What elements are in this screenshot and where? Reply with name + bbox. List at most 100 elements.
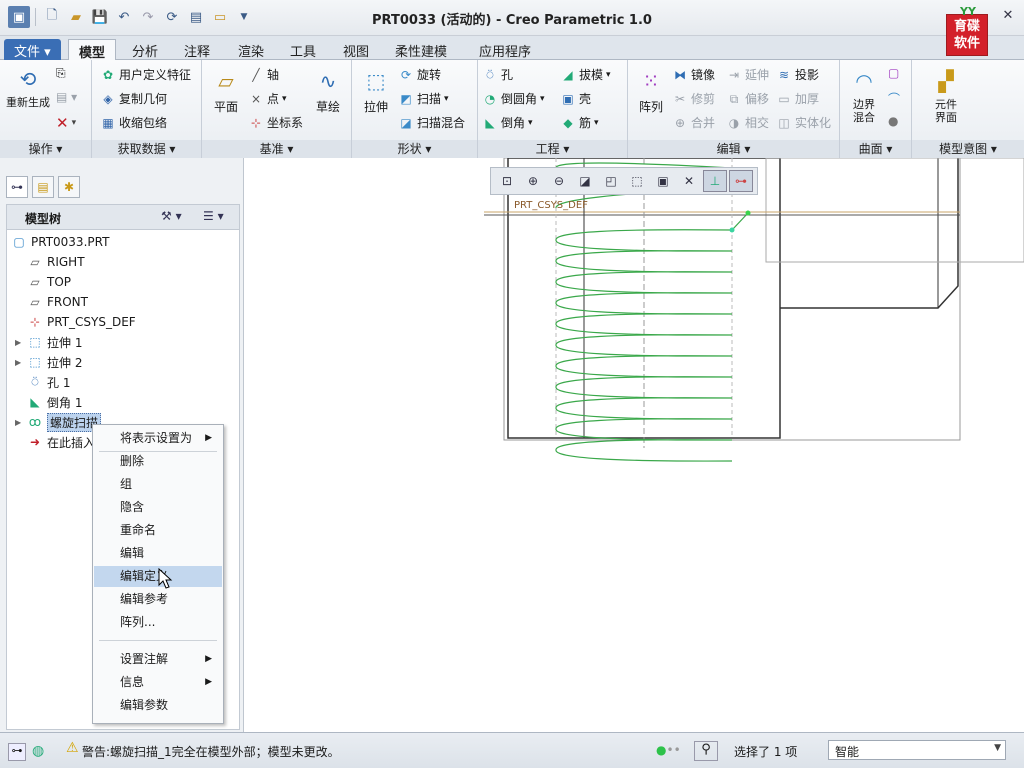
tree-item-chamfer1[interactable]: ◣ 倒角 1 bbox=[27, 392, 82, 412]
expand-arrow-icon[interactable]: ▶ bbox=[15, 418, 21, 427]
zoom-in-icon[interactable]: ⊕ bbox=[521, 170, 545, 192]
thicken-button[interactable]: ▭ 加厚 bbox=[776, 90, 819, 107]
csys-button[interactable]: ⊹ 坐标系 bbox=[248, 114, 303, 131]
sweep-button[interactable]: ◩ 扫描 ▾ bbox=[398, 90, 448, 107]
pattern-button[interactable]: ⁙ 阵列 bbox=[632, 66, 670, 115]
round-button[interactable]: ◔ 倒圆角 ▾ bbox=[482, 90, 545, 107]
menu-item-suppress[interactable]: 隐含 bbox=[94, 497, 222, 518]
tree-item-front[interactable]: ▱ FRONT bbox=[27, 292, 88, 312]
freestyle-icon[interactable]: ● bbox=[888, 114, 898, 128]
display-style-icon[interactable]: ◰ bbox=[599, 170, 623, 192]
graphics-window[interactable]: PRT_CSYS_DEF bbox=[244, 157, 1024, 732]
tab-tools[interactable]: 工具 bbox=[280, 39, 326, 60]
tree-settings-icon[interactable]: ⚒ ▾ bbox=[161, 209, 182, 223]
group-shape-footer[interactable]: 形状 ▾ bbox=[352, 140, 477, 158]
repaint-icon[interactable]: ◪ bbox=[573, 170, 597, 192]
offset-button[interactable]: ⧉ 偏移 bbox=[726, 90, 769, 107]
find-binoculars-icon[interactable]: ⚲ bbox=[694, 741, 718, 761]
menu-item-edit-references[interactable]: 编辑参考 bbox=[94, 589, 222, 610]
shell-button[interactable]: ▣ 壳 bbox=[560, 90, 591, 107]
zoom-out-icon[interactable]: ⊖ bbox=[547, 170, 571, 192]
menu-item-set-representation[interactable]: 将表示设置为 ▶ bbox=[94, 428, 222, 449]
delete-icon[interactable]: ✕ ▾ bbox=[56, 114, 76, 132]
merge-button[interactable]: ⊕ 合并 bbox=[672, 114, 715, 131]
boundary-blend-button[interactable]: ◠ 边界混合 bbox=[842, 66, 886, 124]
tree-item-helical-sweep[interactable]: ꝏ 螺旋扫描 bbox=[27, 412, 102, 432]
menu-item-set-note[interactable]: 设置注解 ▶ bbox=[94, 649, 222, 670]
chamfer-button[interactable]: ◣ 倒角 ▾ bbox=[482, 114, 532, 131]
refit-icon[interactable]: ⊡ bbox=[495, 170, 519, 192]
selection-filter-dropdown[interactable]: 智能 ▼ bbox=[828, 740, 1006, 760]
menu-item-info[interactable]: 信息 ▶ bbox=[94, 672, 222, 693]
favorites-tab-icon[interactable]: ✱ bbox=[58, 176, 80, 198]
menu-item-delete[interactable]: 删除 bbox=[94, 451, 222, 472]
swept-blend-button[interactable]: ◪ 扫描混合 bbox=[398, 114, 465, 131]
browser-toggle-icon[interactable]: ◍ bbox=[32, 743, 50, 761]
extend-button[interactable]: ⇥ 延伸 bbox=[726, 66, 769, 83]
tree-item-top[interactable]: ▱ TOP bbox=[27, 272, 71, 292]
paste-icon[interactable]: ▤ ▾ bbox=[56, 90, 77, 104]
group-model-intent-footer[interactable]: 模型意图 ▾ bbox=[912, 140, 1024, 158]
saved-views-icon[interactable]: ⬚ bbox=[625, 170, 649, 192]
regenerate-button[interactable]: ⟲ 重新生成 bbox=[6, 64, 50, 109]
menu-item-pattern[interactable]: 阵列... bbox=[94, 612, 222, 633]
annotation-display-icon[interactable]: ⊥ bbox=[703, 170, 727, 192]
menu-item-group[interactable]: 组 bbox=[94, 474, 222, 495]
group-surface-footer[interactable]: 曲面 ▾ bbox=[840, 140, 911, 158]
group-operation-footer[interactable]: 操作 ▾ bbox=[0, 140, 91, 158]
tree-item-extrude2[interactable]: ⬚ 拉伸 2 bbox=[27, 352, 82, 372]
tab-annotate[interactable]: 注释 bbox=[174, 39, 220, 60]
component-interface-button[interactable]: ▞ 元件界面 bbox=[926, 66, 966, 124]
revolve-button[interactable]: ⟳ 旋转 bbox=[398, 66, 441, 83]
shrinkwrap-button[interactable]: ▦ 收缩包络 bbox=[100, 114, 167, 131]
model-tree-tab-icon[interactable]: ⊶ bbox=[6, 176, 28, 198]
plane-button[interactable]: ▱ 平面 bbox=[206, 66, 246, 115]
axis-button[interactable]: ╱ 轴 bbox=[248, 66, 279, 83]
tree-item-csys[interactable]: ⊹ PRT_CSYS_DEF bbox=[27, 312, 136, 332]
solidify-button[interactable]: ◫ 实体化 bbox=[776, 114, 831, 131]
tree-item-part[interactable]: ▢ PRT0033.PRT bbox=[11, 232, 109, 252]
udf-button[interactable]: ✿ 用户定义特征 bbox=[100, 66, 191, 83]
group-datum-footer[interactable]: 基准 ▾ bbox=[202, 140, 351, 158]
tab-file[interactable]: 文件 ▾ bbox=[4, 39, 61, 60]
tree-item-insert-here[interactable]: ➜ 在此插入 bbox=[27, 432, 95, 452]
tab-model[interactable]: 模型 bbox=[68, 39, 117, 61]
draft-button[interactable]: ◢ 拔模 ▾ bbox=[560, 66, 610, 83]
sketch-button[interactable]: ∿ 草绘 bbox=[308, 66, 348, 115]
group-engineering-footer[interactable]: 工程 ▾ bbox=[478, 140, 627, 158]
hole-button[interactable]: ⍥ 孔 bbox=[482, 66, 513, 83]
tab-render[interactable]: 渲染 bbox=[228, 39, 274, 60]
tab-applications[interactable]: 应用程序 bbox=[469, 39, 541, 60]
group-get-data-footer[interactable]: 获取数据 ▾ bbox=[92, 140, 201, 158]
tree-item-extrude1[interactable]: ⬚ 拉伸 1 bbox=[27, 332, 82, 352]
extrude-button[interactable]: ⬚ 拉伸 bbox=[356, 66, 396, 115]
group-edit-footer[interactable]: 编辑 ▾ bbox=[628, 140, 839, 158]
copy-icon[interactable]: ⎘ bbox=[56, 66, 66, 81]
expand-arrow-icon[interactable]: ▶ bbox=[15, 358, 21, 367]
tree-item-hole1[interactable]: ⍥ 孔 1 bbox=[27, 372, 70, 392]
folder-browser-tab-icon[interactable]: ▤ bbox=[32, 176, 54, 198]
tab-view[interactable]: 视图 bbox=[333, 39, 379, 60]
navigator-toggle-icon[interactable]: ⊶ bbox=[8, 743, 26, 761]
style-icon[interactable]: ⌒ bbox=[888, 90, 900, 107]
tab-analysis[interactable]: 分析 bbox=[122, 39, 168, 60]
spin-center-icon[interactable]: ⊶ bbox=[729, 170, 753, 192]
view-manager-icon[interactable]: ▣ bbox=[651, 170, 675, 192]
copy-geometry-button[interactable]: ◈ 复制几何 bbox=[100, 90, 167, 107]
tree-columns-icon[interactable]: ☰ ▾ bbox=[203, 209, 224, 223]
mirror-button[interactable]: ⧓ 镜像 bbox=[672, 66, 715, 83]
menu-item-edit[interactable]: 编辑 bbox=[94, 543, 222, 564]
close-button[interactable]: ✕ bbox=[1000, 8, 1016, 24]
point-button[interactable]: × 点 ▾ bbox=[248, 90, 287, 107]
expand-arrow-icon[interactable]: ▶ bbox=[15, 338, 21, 347]
datum-display-icon[interactable]: ✕ bbox=[677, 170, 701, 192]
project-button[interactable]: ≋ 投影 bbox=[776, 66, 819, 83]
rib-button[interactable]: ◆ 筋 ▾ bbox=[560, 114, 598, 131]
menu-item-rename[interactable]: 重命名 bbox=[94, 520, 222, 541]
tab-flexible-modeling[interactable]: 柔性建模 bbox=[385, 39, 457, 60]
menu-item-edit-parameters[interactable]: 编辑参数 bbox=[94, 695, 222, 716]
tree-item-right[interactable]: ▱ RIGHT bbox=[27, 252, 84, 272]
fill-icon[interactable]: ▢ bbox=[888, 66, 899, 80]
trim-button[interactable]: ✂ 修剪 bbox=[672, 90, 715, 107]
intersect-button[interactable]: ◑ 相交 bbox=[726, 114, 769, 131]
